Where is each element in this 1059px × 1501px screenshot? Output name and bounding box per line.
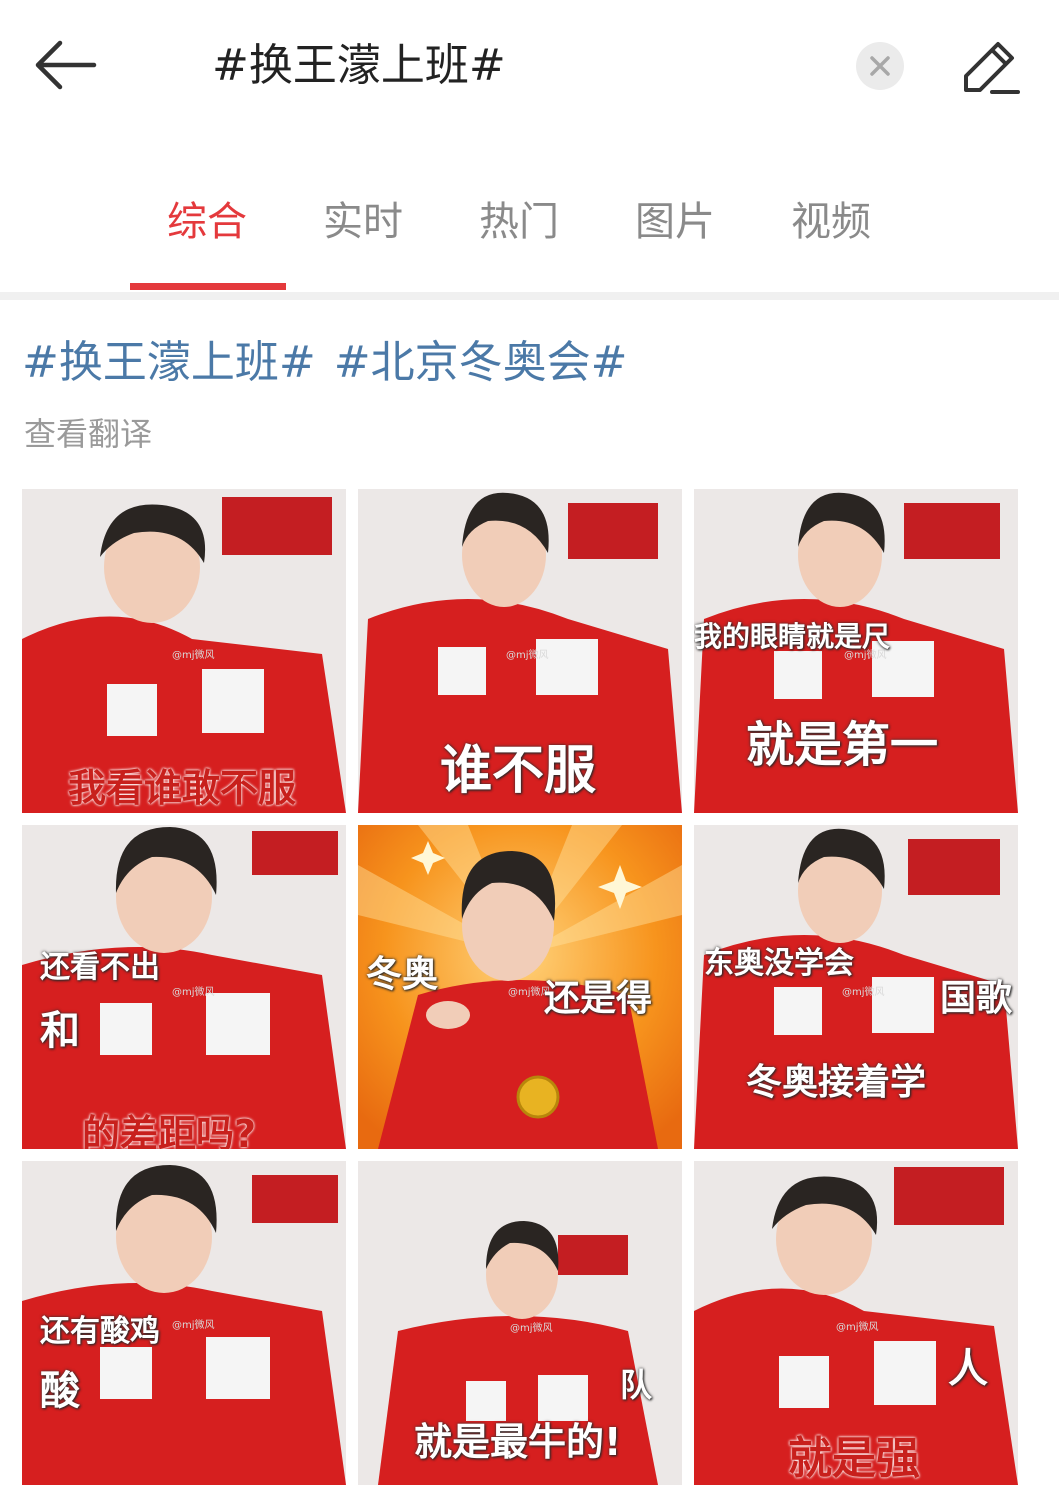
result-tabs: 综合 实时 热门 图片 视频 <box>0 130 1059 292</box>
watermark: @mj微风 <box>506 650 549 661</box>
edit-button[interactable] <box>958 34 1024 100</box>
sticker-caption: 还是得 <box>544 978 653 1019</box>
clear-search-button[interactable] <box>856 42 904 90</box>
sticker-caption: 就是最牛的! <box>414 1420 622 1464</box>
watermark: @mj微风 <box>172 1320 215 1331</box>
tab-hot[interactable]: 热门 <box>479 196 559 248</box>
arrow-left-icon <box>35 40 97 90</box>
sticker-caption: 我看谁敢不服 <box>68 766 297 810</box>
sticker-caption: 人 <box>948 1346 988 1392</box>
tab-comprehensive[interactable]: 综合 <box>167 196 247 248</box>
sticker-caption: 东奥没学会 <box>704 946 854 981</box>
sticker-image[interactable]: @mj微风 还看不出 和 的差距吗? <box>22 825 346 1149</box>
sticker-caption: 就是强 <box>788 1433 920 1484</box>
watermark: @mj微风 <box>510 1323 553 1334</box>
active-tab-indicator <box>130 283 286 290</box>
image-grid: @mj微风 我看谁敢不服 @mj微风 谁不服 @mj微风 我的眼睛就是尺 就是第… <box>22 489 1018 1485</box>
sticker-caption: 还看不出 <box>40 950 160 985</box>
watermark: @mj微风 <box>172 987 215 998</box>
sticker-caption: 国歌 <box>940 978 1013 1019</box>
sticker-caption: 冬奥 <box>366 954 439 995</box>
pencil-icon <box>964 42 1020 94</box>
sticker-image[interactable]: @mj微风 还有酸鸡 酸 <box>22 1161 346 1485</box>
sticker-caption: 我的眼睛就是尺 <box>694 620 891 653</box>
sticker-caption: 谁不服 <box>440 741 597 801</box>
sticker-image[interactable]: @mj微风 我看谁敢不服 <box>22 489 346 813</box>
sticker-image[interactable]: @mj微风 东奥没学会 国歌 冬奥接着学 <box>694 825 1018 1149</box>
search-header: #换王濛上班# <box>0 0 1059 130</box>
sticker-caption: 的差距吗? <box>82 1112 257 1149</box>
sticker-caption: 酸 <box>40 1368 80 1414</box>
sticker-image[interactable]: @mj微风 谁不服 <box>358 489 682 813</box>
sticker-image[interactable]: @mj微风 冬奥 还是得 <box>358 825 682 1149</box>
back-button[interactable] <box>30 36 100 94</box>
hashtag-link[interactable]: #北京冬奥会# <box>334 337 628 388</box>
sticker-caption: 还有酸鸡 <box>40 1314 160 1349</box>
post-hashtags: #换王濛上班# #北京冬奥会# <box>22 335 645 391</box>
sticker-caption: 和 <box>40 1008 80 1054</box>
sticker-image[interactable]: @mj微风 我的眼睛就是尺 就是第一 <box>694 489 1018 813</box>
watermark: @mj微风 <box>836 1322 879 1333</box>
watermark: @mj微风 <box>842 987 885 998</box>
sticker-caption: 冬奥接着学 <box>746 1062 927 1103</box>
sticker-caption: 就是第一 <box>746 717 939 773</box>
sticker-image[interactable]: @mj微风 人 就是强 <box>694 1161 1018 1485</box>
section-divider <box>0 292 1059 300</box>
tab-images[interactable]: 图片 <box>635 196 715 248</box>
tab-realtime[interactable]: 实时 <box>323 196 403 248</box>
search-query-text[interactable]: #换王濛上班# <box>212 38 506 94</box>
translate-link[interactable]: 查看翻译 <box>24 414 152 454</box>
close-icon <box>870 56 890 76</box>
sticker-image[interactable]: @mj微风 队 就是最牛的! <box>358 1161 682 1485</box>
watermark: @mj微风 <box>172 650 215 661</box>
sticker-caption: 队 <box>620 1366 653 1404</box>
tab-videos[interactable]: 视频 <box>791 196 871 248</box>
hashtag-link[interactable]: #换王濛上班# <box>22 337 316 388</box>
